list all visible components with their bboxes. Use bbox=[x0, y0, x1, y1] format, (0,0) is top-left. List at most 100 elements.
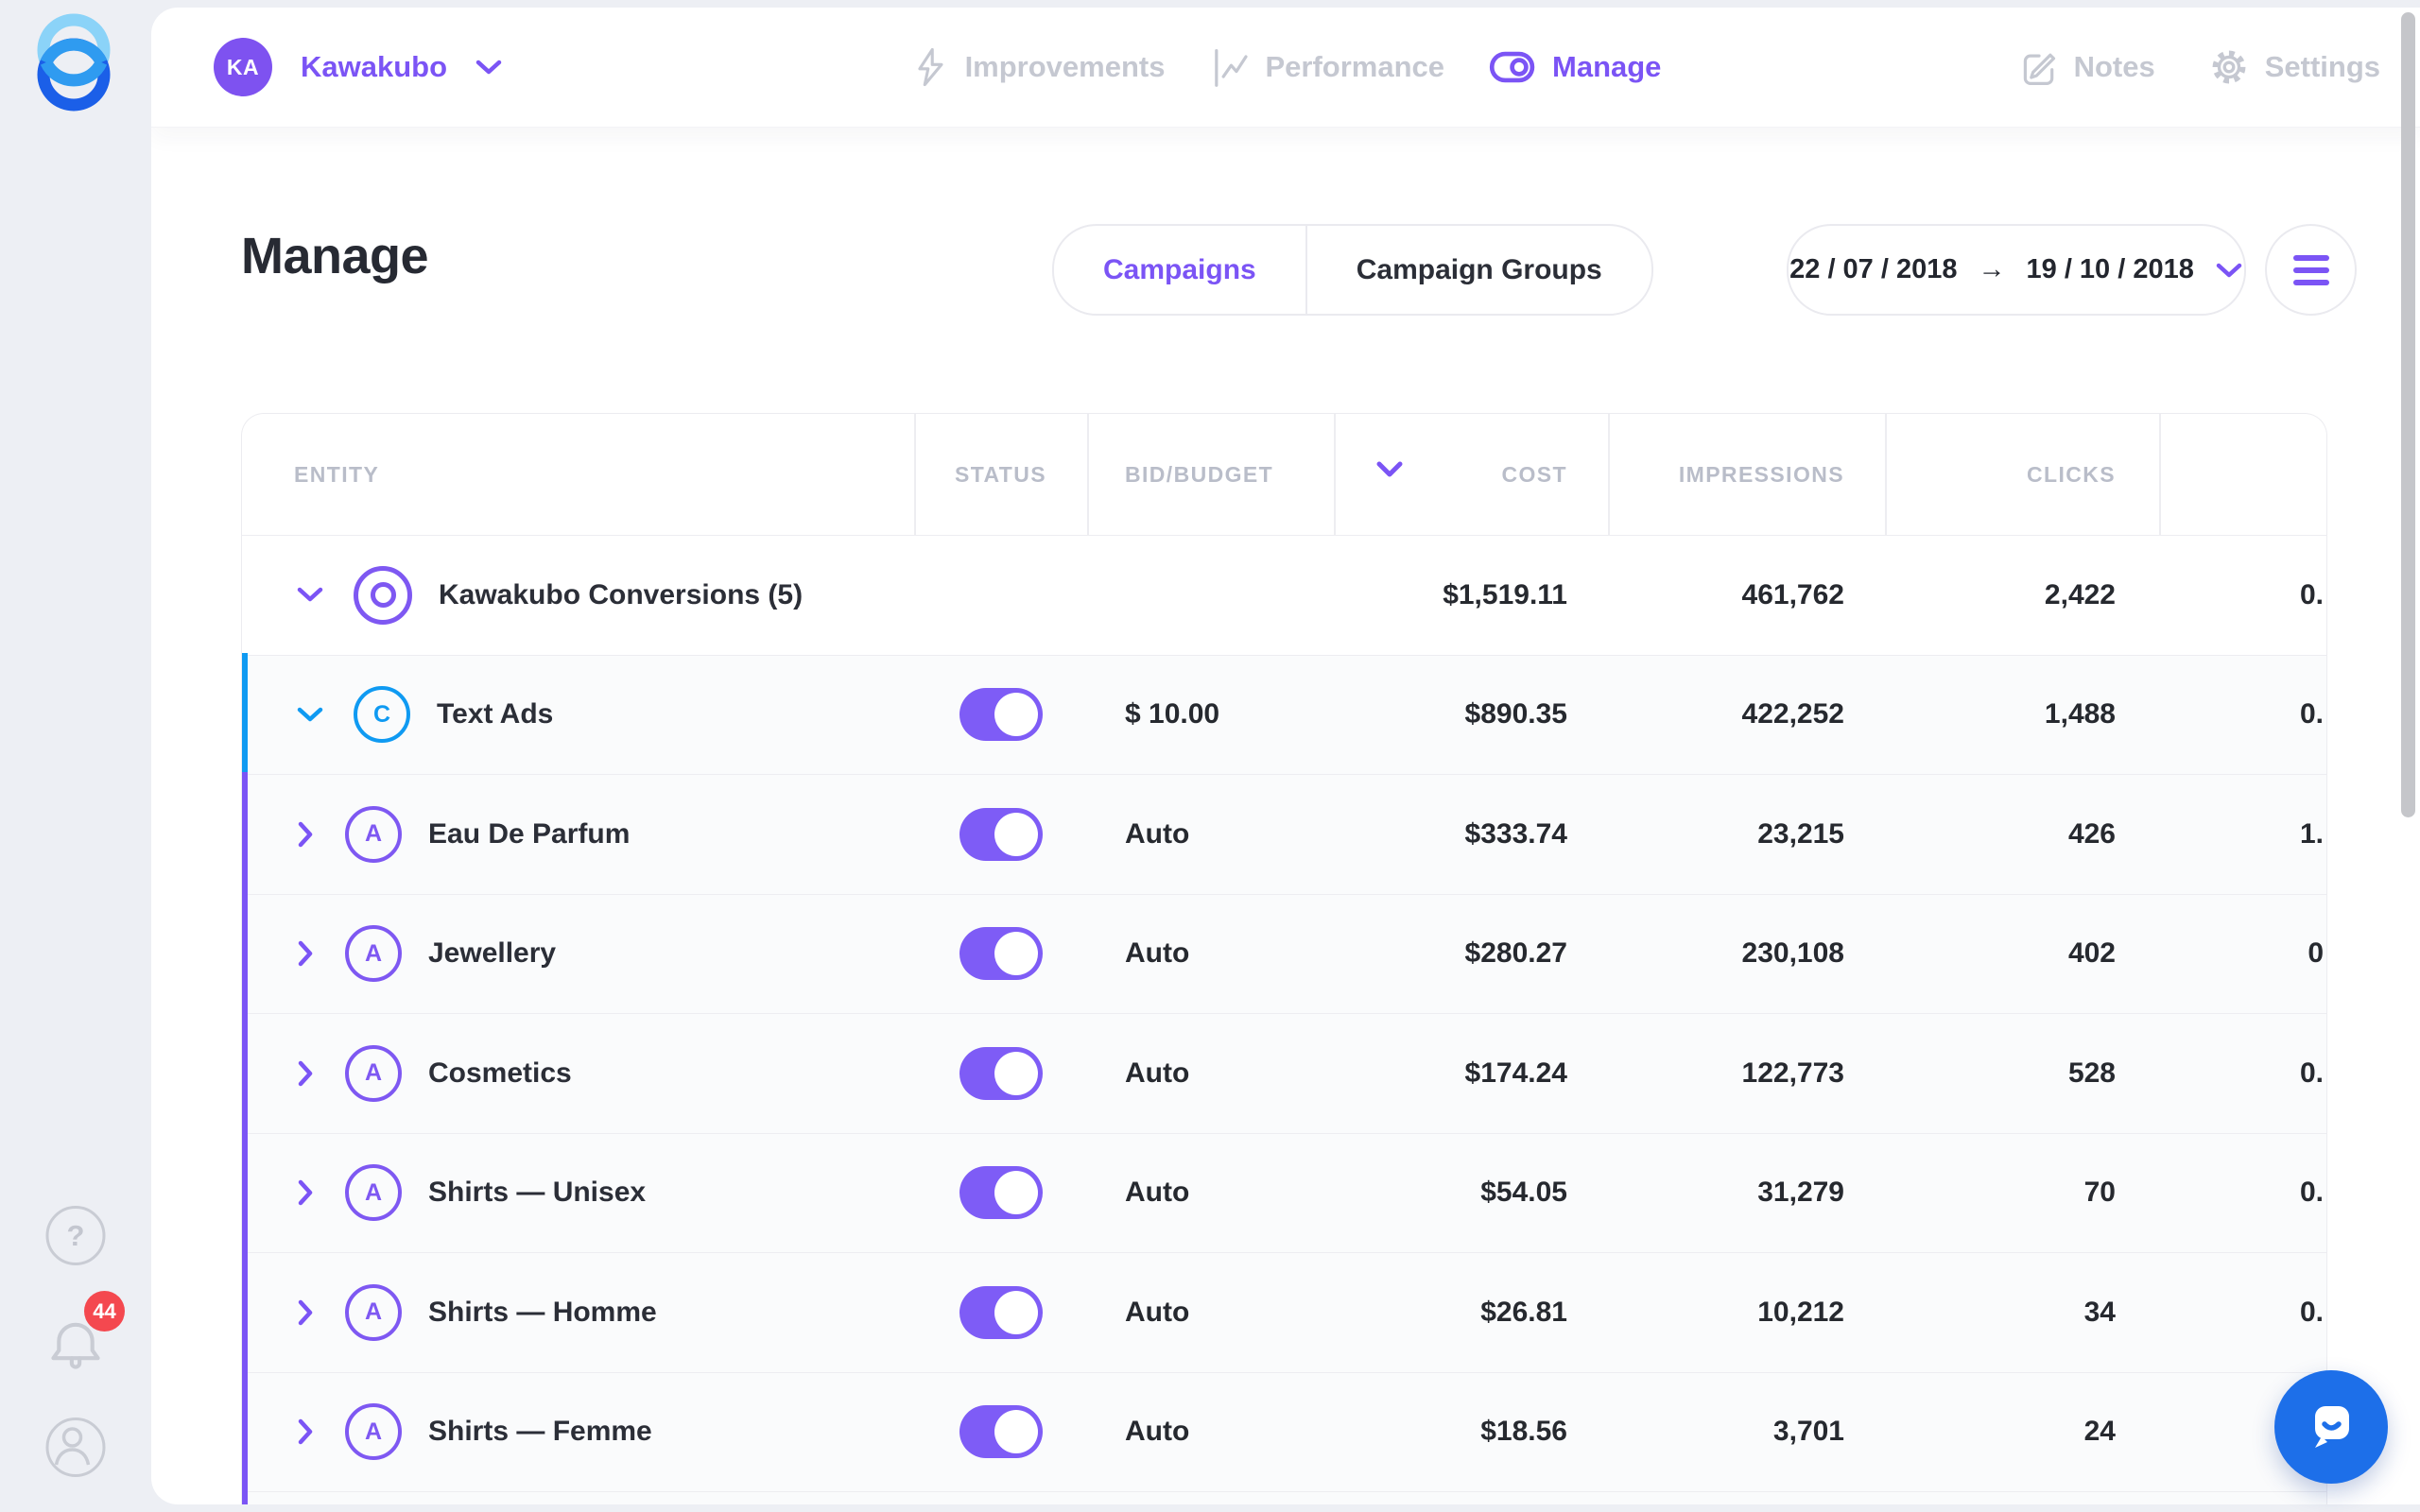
tab-improvements[interactable]: Improvements bbox=[910, 45, 1165, 89]
hamburger-icon bbox=[2292, 254, 2329, 261]
status-toggle[interactable] bbox=[959, 688, 1043, 742]
table-row[interactable]: A Shirts — Femme Auto $18.56 3,701 24 bbox=[242, 1371, 2326, 1491]
status-toggle[interactable] bbox=[959, 1166, 1043, 1220]
entity-name: Shirts — Femme bbox=[428, 1416, 652, 1448]
table-row[interactable]: A Jewellery Auto $280.27 230,108 402 0 bbox=[242, 893, 2326, 1013]
adgroup-icon: A bbox=[345, 805, 402, 863]
extra-value: 0 bbox=[2308, 937, 2324, 970]
app-logo-icon[interactable] bbox=[17, 6, 130, 119]
campaign-group-icon bbox=[354, 565, 412, 625]
profile-button[interactable] bbox=[45, 1418, 106, 1477]
extra-value: 0. bbox=[2299, 698, 2324, 730]
page-title: Manage bbox=[241, 228, 429, 284]
collapse-chevron-icon[interactable] bbox=[297, 586, 323, 604]
table-options-button[interactable] bbox=[2265, 224, 2357, 316]
entity-name: Jewellery bbox=[428, 937, 557, 970]
impressions-value: 122,773 bbox=[1741, 1057, 1844, 1089]
bid-value: Auto bbox=[1125, 817, 1190, 850]
scrollbar-thumb[interactable] bbox=[2401, 12, 2415, 817]
adgroup-icon: A bbox=[345, 1403, 402, 1461]
status-toggle[interactable] bbox=[959, 1405, 1043, 1459]
impressions-value: 3,701 bbox=[1772, 1416, 1844, 1448]
table-row[interactable] bbox=[242, 1491, 2326, 1504]
settings-button[interactable]: Settings bbox=[2208, 46, 2380, 88]
col-impressions: IMPRESSIONS bbox=[1678, 461, 1844, 487]
help-button[interactable]: ? bbox=[45, 1206, 106, 1265]
status-toggle[interactable] bbox=[959, 807, 1043, 861]
expand-chevron-icon[interactable] bbox=[297, 1418, 315, 1445]
impressions-value: 10,212 bbox=[1757, 1296, 1844, 1328]
main-panel: KA Kawakubo Improvements Performance Man… bbox=[151, 8, 2420, 1504]
nav-tabs: Improvements Performance Manage bbox=[910, 45, 1661, 89]
table-row[interactable]: Kawakubo Conversions (5) $1,519.11 461,7… bbox=[242, 535, 2326, 655]
extra-value: 0. bbox=[2299, 1057, 2324, 1089]
app-window: ? 44 KA Kawakubo Improvements Performanc… bbox=[0, 0, 2420, 1512]
account-name: Kawakubo bbox=[301, 50, 448, 83]
selected-campaign-accent bbox=[242, 653, 248, 772]
tab-manage[interactable]: Manage bbox=[1488, 47, 1661, 87]
adgroup-icon: A bbox=[345, 925, 402, 983]
sort-chevron-icon[interactable] bbox=[1374, 459, 1405, 480]
user-icon bbox=[54, 1427, 91, 1466]
date-range-picker[interactable]: 22 / 07 / 2018 → 19 / 10 / 2018 bbox=[1787, 224, 2246, 316]
extra-value: 1. bbox=[2299, 817, 2324, 850]
table-row[interactable]: A Eau De Parfum Auto $333.74 23,215 426 … bbox=[242, 774, 2326, 894]
toggle-campaign-groups[interactable]: Campaign Groups bbox=[1307, 226, 1651, 314]
cost-value: $333.74 bbox=[1464, 817, 1567, 850]
expand-chevron-icon[interactable] bbox=[297, 1179, 315, 1206]
cost-value: $1,519.11 bbox=[1443, 578, 1567, 610]
toggle-campaigns[interactable]: Campaigns bbox=[1054, 226, 1305, 314]
notes-button[interactable]: Notes bbox=[2019, 46, 2155, 88]
flash-icon bbox=[918, 47, 943, 87]
status-toggle[interactable] bbox=[959, 927, 1043, 981]
impressions-value: 31,279 bbox=[1757, 1177, 1844, 1209]
table-header: ENTITY STATUS BID/BUDGET COST IMPRESSION… bbox=[242, 414, 2326, 535]
clicks-value: 426 bbox=[2067, 817, 2116, 850]
impressions-value: 461,762 bbox=[1741, 578, 1844, 610]
account-switcher[interactable]: KA Kawakubo bbox=[214, 38, 502, 96]
expand-chevron-icon[interactable] bbox=[297, 821, 315, 848]
notifications-button[interactable]: 44 bbox=[44, 1291, 125, 1376]
extra-value: 0. bbox=[2299, 1296, 2324, 1328]
adgroup-icon: A bbox=[345, 1283, 402, 1341]
bid-value: Auto bbox=[1125, 1177, 1190, 1209]
expand-chevron-icon[interactable] bbox=[297, 1060, 315, 1087]
table-row[interactable]: A Shirts — Unisex Auto $54.05 31,279 70 … bbox=[242, 1132, 2326, 1252]
chat-bubble-icon bbox=[2315, 1406, 2349, 1448]
chat-widget-button[interactable] bbox=[2274, 1370, 2388, 1484]
status-toggle[interactable] bbox=[959, 1046, 1043, 1100]
cost-value: $890.35 bbox=[1464, 698, 1567, 730]
impressions-value: 23,215 bbox=[1757, 817, 1844, 850]
expand-chevron-icon[interactable] bbox=[297, 1299, 315, 1326]
table-row[interactable]: A Shirts — Homme Auto $26.81 10,212 34 0… bbox=[242, 1252, 2326, 1372]
help-icon: ? bbox=[66, 1218, 85, 1252]
status-cell bbox=[914, 536, 1087, 655]
bid-value: Auto bbox=[1125, 1416, 1190, 1448]
entity-name: Shirts — Unisex bbox=[428, 1177, 647, 1209]
notes-pencil-icon bbox=[2023, 53, 2055, 85]
campaigns-table: ENTITY STATUS BID/BUDGET COST IMPRESSION… bbox=[241, 413, 2327, 1504]
entity-name: Text Ads bbox=[437, 698, 554, 730]
cost-value: $26.81 bbox=[1480, 1296, 1567, 1328]
tab-performance[interactable]: Performance bbox=[1208, 45, 1444, 89]
table-row[interactable]: A Cosmetics Auto $174.24 122,773 528 0. bbox=[242, 1013, 2326, 1133]
bid-value: $ 10.00 bbox=[1125, 698, 1220, 730]
toggle-icon bbox=[1490, 51, 1535, 83]
tab-label: Manage bbox=[1552, 50, 1662, 83]
view-toggle: Campaigns Campaign Groups bbox=[1052, 224, 1653, 316]
collapse-chevron-icon[interactable] bbox=[297, 706, 323, 724]
bid-value bbox=[1087, 536, 1334, 655]
impressions-value: 230,108 bbox=[1741, 937, 1844, 970]
status-toggle[interactable] bbox=[959, 1285, 1043, 1339]
chevron-down-icon bbox=[475, 60, 502, 75]
date-to: 19 / 10 / 2018 bbox=[2026, 254, 2194, 284]
tab-label: Performance bbox=[1265, 50, 1445, 83]
date-from: 22 / 07 / 2018 bbox=[1789, 254, 1958, 284]
table-row[interactable]: C Text Ads $ 10.00 $890.35 422,252 1,488… bbox=[242, 654, 2326, 774]
bid-value: Auto bbox=[1125, 1296, 1190, 1328]
arrow-right-icon: → bbox=[1978, 254, 2006, 284]
clicks-value: 1,488 bbox=[2044, 698, 2116, 730]
cost-value: $280.27 bbox=[1464, 937, 1567, 970]
entity-name: Kawakubo Conversions (5) bbox=[439, 578, 804, 610]
expand-chevron-icon[interactable] bbox=[297, 940, 315, 967]
